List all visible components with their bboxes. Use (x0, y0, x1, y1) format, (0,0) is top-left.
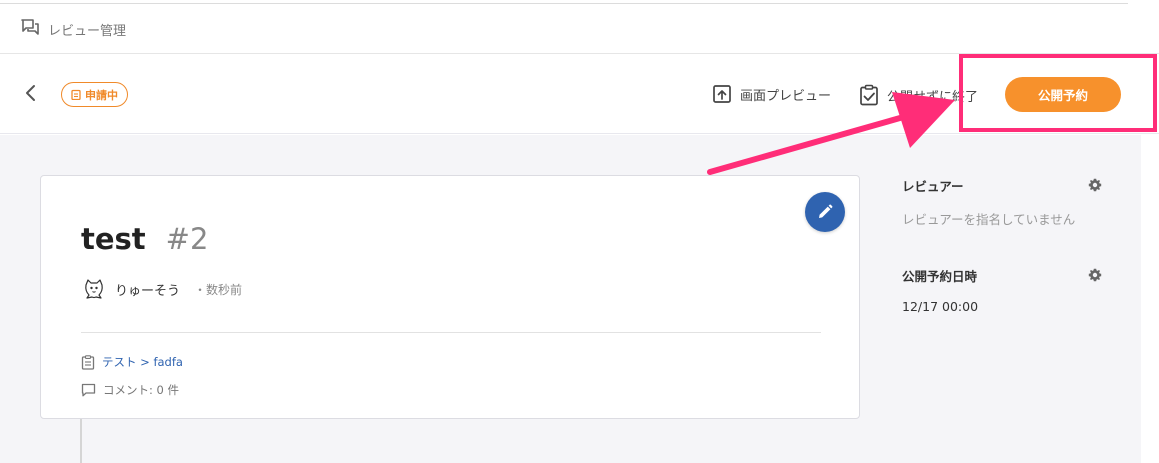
review-card: test #2 りゅーそう ・数秒前 テスト > fadfa コメント: 0 件 (40, 175, 860, 419)
breadcrumb[interactable]: レビュー管理 (20, 18, 126, 40)
review-title: test #2 (81, 222, 208, 256)
comment-count-label: コメント: 0 件 (103, 383, 180, 397)
avatar (81, 276, 107, 302)
back-button[interactable] (20, 82, 42, 104)
finish-without-publish-label: 公開せずに終了 (887, 89, 979, 105)
updated-time: ・数秒前 (194, 282, 243, 297)
screen-preview-label: 画面プレビュー (740, 88, 832, 104)
finish-without-publish-button[interactable]: 公開せずに終了 (859, 84, 978, 106)
reviewer-label: レビュアー (902, 179, 964, 194)
comment-icon (81, 383, 96, 397)
clipboard-icon (71, 89, 81, 100)
comment-count: コメント: 0 件 (81, 382, 179, 398)
pencil-icon (819, 204, 833, 218)
edit-button[interactable] (805, 192, 845, 232)
review-number: #2 (165, 222, 209, 256)
clipboard-check-icon (860, 84, 878, 106)
divider (81, 332, 821, 333)
review-header: 申請中 画面プレビュー 公開せずに終了 公開予約 (0, 54, 1159, 134)
review-chat-icon (20, 18, 40, 40)
top-bar: レビュー管理 (0, 0, 1159, 54)
schedule-section: 公開予約日時 12/17 00:00 (902, 266, 1102, 314)
breadcrumb-label: レビュー管理 (48, 23, 127, 39)
schedule-publish-label: 公開予約 (1037, 88, 1088, 103)
screen-preview-button[interactable]: 画面プレビュー (712, 84, 831, 104)
reviewer-section: レビュアー レビュアーを指名していません (902, 176, 1102, 228)
reviewer-value: レビュアーを指名していません (902, 212, 1076, 227)
author-line: りゅーそう ・数秒前 (81, 276, 242, 302)
document-icon (81, 354, 95, 370)
review-title-text: test (81, 222, 146, 256)
page-path: テスト > fadfa (81, 354, 183, 370)
schedule-gear-icon[interactable] (1088, 268, 1102, 282)
timeline-line (80, 419, 82, 463)
open-in-new-icon (713, 85, 731, 103)
schedule-value: 12/17 00:00 (902, 299, 979, 314)
status-badge-label: 申請中 (85, 88, 118, 102)
schedule-label: 公開予約日時 (902, 269, 978, 284)
chevron-left-icon (26, 85, 35, 101)
reviewer-gear-icon[interactable] (1088, 178, 1102, 192)
author-name: りゅーそう (115, 283, 181, 299)
schedule-publish-button[interactable]: 公開予約 (1005, 77, 1121, 112)
status-badge: 申請中 (61, 82, 128, 107)
page-path-link[interactable]: テスト > fadfa (102, 354, 183, 370)
